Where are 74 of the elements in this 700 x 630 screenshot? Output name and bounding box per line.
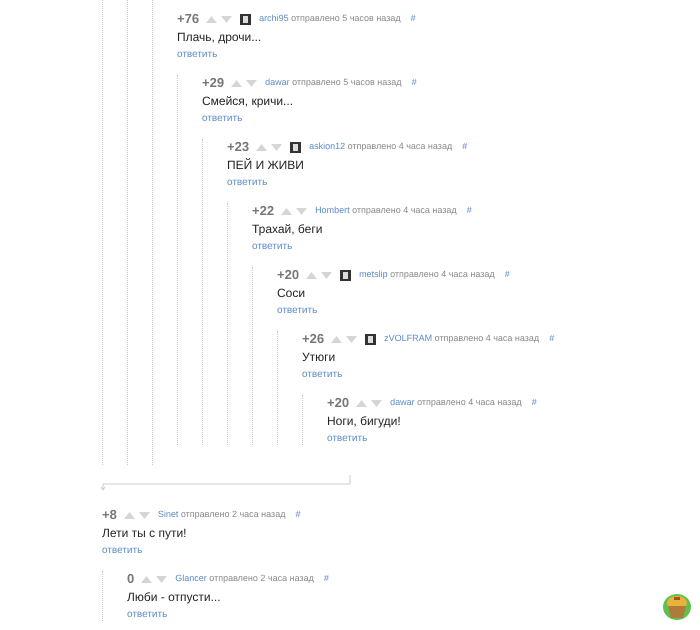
- posted-time: отправлено 5 часов назад: [292, 77, 402, 88]
- comment-text: Люби - отпусти...: [127, 590, 221, 605]
- author-link[interactable]: Glancer: [175, 573, 207, 584]
- upvote-icon[interactable]: [281, 208, 292, 214]
- comment-text: Соси: [277, 286, 306, 301]
- upvote-icon[interactable]: [141, 576, 152, 582]
- posted-time: отправлено 5 часов назад: [291, 13, 401, 24]
- reply-link[interactable]: ответить: [102, 544, 142, 557]
- comment-text: Лети ты с пути!: [102, 526, 187, 541]
- comment-score: +23: [227, 138, 250, 156]
- comment-text: Трахай, беги: [252, 222, 322, 237]
- upvote-icon[interactable]: [256, 144, 268, 150]
- upvote-icon[interactable]: [231, 80, 242, 86]
- permalink[interactable]: #: [412, 76, 417, 90]
- downvote-icon[interactable]: [371, 400, 382, 406]
- comment-score: +20: [277, 266, 300, 284]
- posted-time: отправлено 4 часа назад: [348, 141, 452, 152]
- author-link[interactable]: dawar: [265, 77, 290, 88]
- comment-score: +22: [252, 202, 274, 220]
- downvote-icon[interactable]: [346, 336, 358, 342]
- reply-link[interactable]: ответить: [177, 48, 218, 61]
- comment-text: Ноги, бигуди!: [327, 414, 401, 429]
- upvote-icon[interactable]: [124, 512, 135, 518]
- reply-link[interactable]: ответить: [252, 240, 292, 253]
- reply-link[interactable]: ответить: [202, 112, 242, 125]
- author-link[interactable]: Hombert: [315, 205, 350, 216]
- upvote-icon[interactable]: [306, 272, 318, 278]
- upvote-icon[interactable]: [206, 16, 218, 22]
- downvote-icon[interactable]: [246, 80, 258, 86]
- downvote-icon[interactable]: [321, 272, 332, 278]
- posted-time: отправлено 4 часа назад: [434, 333, 540, 344]
- comment-score: +8: [102, 506, 117, 524]
- posted-time: отправлено 2 часа назад: [180, 509, 286, 520]
- author-link[interactable]: zVOLFRAM: [384, 333, 432, 344]
- permalink[interactable]: #: [504, 268, 510, 282]
- author-link[interactable]: askion12: [309, 141, 346, 152]
- downvote-icon[interactable]: [271, 144, 282, 150]
- reply-link[interactable]: ответить: [302, 368, 342, 381]
- downvote-icon[interactable]: [138, 512, 150, 518]
- comment-score: +26: [302, 330, 324, 348]
- downvote-icon[interactable]: [156, 576, 168, 582]
- posted-time: отправлено 2 часа назад: [209, 573, 314, 584]
- posted-time: отправлено 4 часа назад: [417, 397, 522, 408]
- permalink[interactable]: #: [466, 204, 472, 218]
- reply-link[interactable]: ответить: [227, 176, 268, 189]
- permalink[interactable]: #: [295, 508, 300, 522]
- author-link[interactable]: metslip: [359, 269, 388, 280]
- posted-time: отправлено 4 часа назад: [352, 205, 457, 216]
- permalink[interactable]: #: [532, 396, 537, 410]
- permalink[interactable]: #: [462, 140, 468, 154]
- author-link[interactable]: archi95: [259, 13, 289, 24]
- comment-text: ПЕЙ И ЖИВИ: [227, 158, 304, 173]
- comment-score: 0: [127, 570, 134, 588]
- reply-link[interactable]: ответить: [127, 608, 168, 621]
- permalink[interactable]: #: [410, 12, 416, 26]
- upvote-icon[interactable]: [331, 336, 342, 342]
- collapse-connector[interactable]: [100, 475, 352, 493]
- comment-score: +29: [202, 74, 224, 92]
- downvote-icon[interactable]: [296, 208, 308, 214]
- comment-text: Утюги: [302, 350, 336, 365]
- comment-text: Смейся, кричи...: [202, 94, 294, 109]
- author-link[interactable]: dawar: [390, 397, 415, 408]
- downvote-icon[interactable]: [221, 16, 232, 22]
- comment-score: +20: [327, 394, 350, 412]
- permalink[interactable]: #: [549, 332, 554, 346]
- author-link[interactable]: Sinet: [158, 509, 178, 520]
- reply-link[interactable]: ответить: [277, 304, 318, 317]
- posted-time: отправлено 4 часа назад: [390, 269, 495, 280]
- upvote-icon[interactable]: [356, 400, 368, 406]
- cupcake-icon[interactable]: [662, 593, 692, 621]
- comment-text: Плачь, дрочи...: [177, 30, 262, 45]
- comment-score: +76: [177, 10, 200, 28]
- permalink[interactable]: #: [324, 572, 329, 586]
- reply-link[interactable]: ответить: [327, 432, 368, 445]
